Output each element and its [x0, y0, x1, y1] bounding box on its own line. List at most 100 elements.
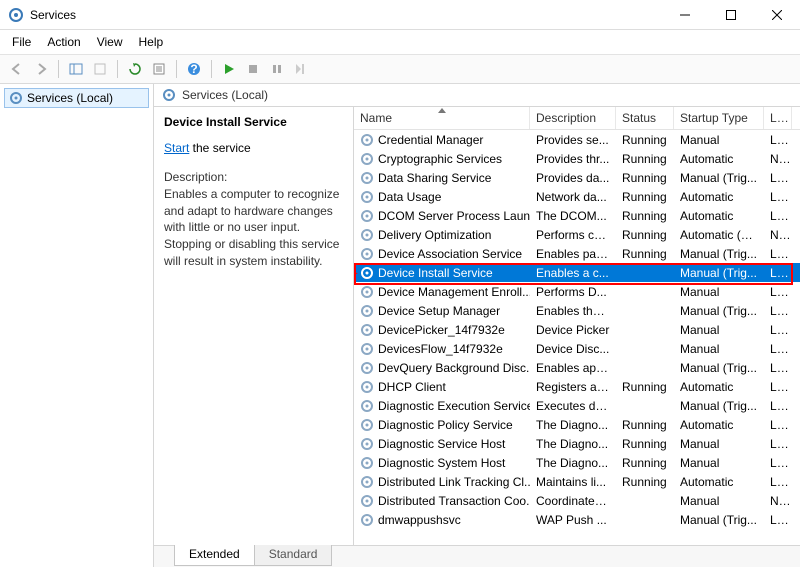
restart-service-button[interactable]: [290, 58, 312, 80]
cell-description: Performs D...: [530, 284, 616, 300]
cell-status: Running: [616, 227, 674, 243]
pause-service-button[interactable]: [266, 58, 288, 80]
cell-name: Device Management Enroll...: [354, 284, 530, 300]
help-button[interactable]: ?: [183, 58, 205, 80]
cell-name: Credential Manager: [354, 132, 530, 148]
close-button[interactable]: [754, 0, 800, 30]
cell-name: DevicesFlow_14f7932e: [354, 341, 530, 357]
menu-help[interactable]: Help: [131, 32, 172, 52]
service-row[interactable]: dmwappushsvcWAP Push ...Manual (Trig...L…: [354, 510, 800, 529]
cell-startup: Manual: [674, 322, 764, 338]
service-row[interactable]: Data UsageNetwork da...RunningAutomaticL…: [354, 187, 800, 206]
cell-startup: Manual: [674, 284, 764, 300]
cell-startup: Manual: [674, 132, 764, 148]
sidebar-item-services-local[interactable]: Services (Local): [4, 88, 149, 108]
cell-name: Diagnostic System Host: [354, 455, 530, 471]
cell-status: Running: [616, 246, 674, 262]
cell-startup: Manual: [674, 455, 764, 471]
cell-name: Distributed Link Tracking Cl...: [354, 474, 530, 490]
service-row[interactable]: Diagnostic Policy ServiceThe Diagno...Ru…: [354, 415, 800, 434]
service-row[interactable]: Distributed Link Tracking Cl...Maintains…: [354, 472, 800, 491]
service-row[interactable]: Data Sharing ServiceProvides da...Runnin…: [354, 168, 800, 187]
tab-standard[interactable]: Standard: [254, 545, 333, 566]
cell-status: Running: [616, 170, 674, 186]
service-row[interactable]: Diagnostic Service HostThe Diagno...Runn…: [354, 434, 800, 453]
list-header: Name Description Status Startup Type Log: [354, 107, 800, 130]
cell-name: Data Sharing Service: [354, 170, 530, 186]
cell-startup: Automatic: [674, 189, 764, 205]
service-row[interactable]: Diagnostic Execution ServiceExecutes dia…: [354, 396, 800, 415]
service-row[interactable]: Device Install ServiceEnables a c...Manu…: [354, 263, 800, 282]
cell-name: DCOM Server Process Laun...: [354, 208, 530, 224]
cell-status: Running: [616, 151, 674, 167]
service-row[interactable]: DevicePicker_14f7932eDevice PickerManual…: [354, 320, 800, 339]
cell-description: Enables the ...: [530, 303, 616, 319]
cell-log: Loc: [764, 341, 792, 357]
maximize-button[interactable]: [708, 0, 754, 30]
forward-button[interactable]: [30, 58, 52, 80]
service-row[interactable]: DevQuery Background Disc...Enables app..…: [354, 358, 800, 377]
menu-action[interactable]: Action: [39, 32, 88, 52]
cell-status: [616, 291, 674, 293]
detail-panel: Device Install Service Start the service…: [154, 107, 354, 545]
cell-log: Loc: [764, 474, 792, 490]
cell-status: [616, 367, 674, 369]
list-rows[interactable]: Credential ManagerProvides se...RunningM…: [354, 130, 800, 545]
cell-log: Net: [764, 151, 792, 167]
refresh-button[interactable]: [124, 58, 146, 80]
sidebar-item-label: Services (Local): [27, 91, 113, 105]
service-row[interactable]: Distributed Transaction Coo...Coordinate…: [354, 491, 800, 510]
service-row[interactable]: Device Management Enroll...Performs D...…: [354, 282, 800, 301]
cell-status: [616, 310, 674, 312]
service-row[interactable]: DevicesFlow_14f7932eDevice Disc...Manual…: [354, 339, 800, 358]
svg-text:?: ?: [190, 62, 197, 76]
menu-view[interactable]: View: [89, 32, 131, 52]
minimize-button[interactable]: [662, 0, 708, 30]
cell-startup: Manual (Trig...: [674, 246, 764, 262]
column-log[interactable]: Log: [764, 107, 792, 129]
cell-name: Device Setup Manager: [354, 303, 530, 319]
service-row[interactable]: Cryptographic ServicesProvides thr...Run…: [354, 149, 800, 168]
window-title: Services: [30, 8, 662, 22]
back-button[interactable]: [6, 58, 28, 80]
cell-startup: Automatic (D...: [674, 227, 764, 243]
export-list-button[interactable]: [89, 58, 111, 80]
column-name[interactable]: Name: [354, 107, 530, 129]
cell-startup: Automatic: [674, 474, 764, 490]
tab-extended[interactable]: Extended: [174, 545, 255, 566]
service-row[interactable]: Delivery OptimizationPerforms co...Runni…: [354, 225, 800, 244]
service-row[interactable]: Credential ManagerProvides se...RunningM…: [354, 130, 800, 149]
stop-service-button[interactable]: [242, 58, 264, 80]
column-description[interactable]: Description: [530, 107, 616, 129]
app-icon: [8, 7, 24, 23]
cell-description: The DCOM...: [530, 208, 616, 224]
service-row[interactable]: Device Setup ManagerEnables the ...Manua…: [354, 301, 800, 320]
cell-log: Loc: [764, 284, 792, 300]
cell-status: [616, 519, 674, 521]
show-hide-tree-button[interactable]: [65, 58, 87, 80]
cell-log: Loc: [764, 398, 792, 414]
column-startup[interactable]: Startup Type: [674, 107, 764, 129]
menu-file[interactable]: File: [4, 32, 39, 52]
service-row[interactable]: DHCP ClientRegisters an...RunningAutomat…: [354, 377, 800, 396]
service-list: Name Description Status Startup Type Log…: [354, 107, 800, 545]
titlebar: Services: [0, 0, 800, 30]
start-service-button[interactable]: [218, 58, 240, 80]
cell-startup: Manual (Trig...: [674, 512, 764, 528]
cell-name: DevQuery Background Disc...: [354, 360, 530, 376]
properties-button[interactable]: [148, 58, 170, 80]
column-status[interactable]: Status: [616, 107, 674, 129]
cell-description: The Diagno...: [530, 417, 616, 433]
toolbar: ?: [0, 54, 800, 84]
content: Services (Local) Device Install Service …: [154, 84, 800, 567]
service-row[interactable]: DCOM Server Process Laun...The DCOM...Ru…: [354, 206, 800, 225]
cell-status: [616, 329, 674, 331]
service-row[interactable]: Diagnostic System HostThe Diagno...Runni…: [354, 453, 800, 472]
cell-description: Provides da...: [530, 170, 616, 186]
service-row[interactable]: Device Association ServiceEnables pair..…: [354, 244, 800, 263]
cell-description: Registers an...: [530, 379, 616, 395]
cell-name: Diagnostic Policy Service: [354, 417, 530, 433]
start-link[interactable]: Start: [164, 141, 189, 155]
cell-description: Enables pair...: [530, 246, 616, 262]
gear-icon: [9, 91, 23, 105]
